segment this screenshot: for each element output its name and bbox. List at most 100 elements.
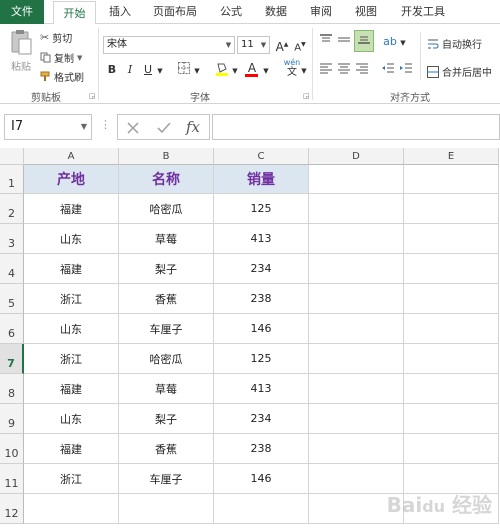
phonetic-button[interactable]: wén 文	[283, 58, 301, 78]
chevron-down-icon[interactable]: ▼	[262, 63, 270, 79]
cell-c3[interactable]: 413	[214, 224, 309, 254]
cell-a11[interactable]: 浙江	[24, 464, 119, 494]
cell-e3[interactable]	[404, 224, 499, 254]
align-top-button[interactable]	[318, 34, 334, 51]
cell-a3[interactable]: 山东	[24, 224, 119, 254]
column-header-b[interactable]: B	[119, 148, 214, 165]
cell-c7[interactable]: 125	[214, 344, 309, 374]
cell-d4[interactable]	[309, 254, 404, 284]
paste-button[interactable]: 粘贴	[6, 28, 36, 73]
tab-insert[interactable]: 插入	[101, 0, 139, 24]
name-box[interactable]: I7 ▼	[4, 114, 92, 140]
dialog-launcher-icon[interactable]: ◲	[303, 92, 310, 100]
cell-b8[interactable]: 草莓	[119, 374, 214, 404]
cell-e6[interactable]	[404, 314, 499, 344]
chevron-down-icon[interactable]: ▼	[399, 35, 407, 51]
row-header-11[interactable]: 11	[0, 464, 24, 494]
row-header-9[interactable]: 9	[0, 404, 24, 434]
cell-b11[interactable]: 车厘子	[119, 464, 214, 494]
tab-review[interactable]: 审阅	[302, 0, 340, 24]
cell-d8[interactable]	[309, 374, 404, 404]
cell-e1[interactable]	[404, 165, 499, 194]
cell-b2[interactable]: 哈密瓜	[119, 194, 214, 224]
column-header-d[interactable]: D	[309, 148, 404, 165]
cell-c6[interactable]: 146	[214, 314, 309, 344]
cell-a7[interactable]: 浙江	[24, 344, 119, 374]
enter-check-icon[interactable]	[156, 121, 172, 135]
row-header-3[interactable]: 3	[0, 224, 24, 254]
decrease-indent-button[interactable]	[380, 62, 396, 79]
cell-a8[interactable]: 福建	[24, 374, 119, 404]
chevron-down-icon[interactable]: ▼	[231, 63, 239, 79]
italic-button[interactable]: I	[124, 62, 136, 78]
cell-c5[interactable]: 238	[214, 284, 309, 314]
cell-b5[interactable]: 香蕉	[119, 284, 214, 314]
tab-view[interactable]: 视图	[347, 0, 385, 24]
resize-grip-icon[interactable]: ⋮	[100, 118, 111, 131]
format-painter-button[interactable]: 格式刷	[40, 69, 84, 84]
row-header-5[interactable]: 5	[0, 284, 24, 314]
row-header-7[interactable]: 7	[0, 344, 24, 374]
cell-c11[interactable]: 146	[214, 464, 309, 494]
cell-d6[interactable]	[309, 314, 404, 344]
cell-b7[interactable]: 哈密瓜	[119, 344, 214, 374]
cell-c2[interactable]: 125	[214, 194, 309, 224]
cell-a1[interactable]: 产地	[24, 165, 119, 194]
cell-e7[interactable]	[404, 344, 499, 374]
grow-font-button[interactable]: A▲	[275, 37, 289, 55]
select-all-corner[interactable]	[0, 148, 24, 165]
row-header-12[interactable]: 12	[0, 494, 24, 524]
cell-b9[interactable]: 梨子	[119, 404, 214, 434]
cell-a12[interactable]	[24, 494, 119, 524]
tab-page-layout[interactable]: 页面布局	[145, 0, 205, 24]
row-header-4[interactable]: 4	[0, 254, 24, 284]
chevron-down-icon[interactable]: ▼	[156, 63, 164, 79]
insert-function-button[interactable]: fx	[186, 118, 200, 136]
cell-e10[interactable]	[404, 434, 499, 464]
tab-data[interactable]: 数据	[257, 0, 295, 24]
column-header-c[interactable]: C	[214, 148, 309, 165]
cell-a2[interactable]: 福建	[24, 194, 119, 224]
cell-c8[interactable]: 413	[214, 374, 309, 404]
tab-formulas[interactable]: 公式	[212, 0, 250, 24]
row-header-8[interactable]: 8	[0, 374, 24, 404]
cell-b12[interactable]	[119, 494, 214, 524]
align-left-button[interactable]	[318, 62, 334, 79]
cell-b3[interactable]: 草莓	[119, 224, 214, 254]
increase-indent-button[interactable]	[398, 62, 414, 79]
row-header-10[interactable]: 10	[0, 434, 24, 464]
copy-button[interactable]: 复制 ▼	[40, 50, 82, 65]
cut-button[interactable]: ✂ 剪切	[40, 30, 72, 45]
shrink-font-button[interactable]: A▼	[293, 37, 307, 56]
cell-c10[interactable]: 238	[214, 434, 309, 464]
row-header-6[interactable]: 6	[0, 314, 24, 344]
cell-d7[interactable]	[309, 344, 404, 374]
tab-file[interactable]: 文件	[0, 0, 44, 24]
cell-a6[interactable]: 山东	[24, 314, 119, 344]
cancel-icon[interactable]	[126, 121, 140, 135]
cell-d10[interactable]	[309, 434, 404, 464]
cell-d5[interactable]	[309, 284, 404, 314]
dialog-launcher-icon[interactable]: ◲	[89, 92, 96, 100]
merge-center-button[interactable]: 合并后居中	[427, 64, 492, 79]
tab-home[interactable]: 开始	[53, 1, 96, 25]
row-header-1[interactable]: 1	[0, 165, 24, 194]
cell-a9[interactable]: 山东	[24, 404, 119, 434]
borders-button[interactable]	[176, 62, 192, 79]
cell-c9[interactable]: 234	[214, 404, 309, 434]
font-size-combo[interactable]: 11 ▼	[237, 36, 270, 54]
cell-a4[interactable]: 福建	[24, 254, 119, 284]
align-right-button[interactable]	[354, 62, 370, 79]
wrap-text-button[interactable]: 自动换行	[427, 36, 482, 51]
column-header-e[interactable]: E	[404, 148, 499, 165]
formula-input[interactable]	[212, 114, 500, 140]
bold-button[interactable]: B	[106, 62, 118, 78]
cell-d9[interactable]	[309, 404, 404, 434]
tab-developer[interactable]: 开发工具	[392, 0, 454, 24]
cell-e8[interactable]	[404, 374, 499, 404]
cell-b6[interactable]: 车厘子	[119, 314, 214, 344]
align-middle-button[interactable]	[336, 34, 352, 51]
cell-d2[interactable]	[309, 194, 404, 224]
cell-e4[interactable]	[404, 254, 499, 284]
column-header-a[interactable]: A	[24, 148, 119, 165]
